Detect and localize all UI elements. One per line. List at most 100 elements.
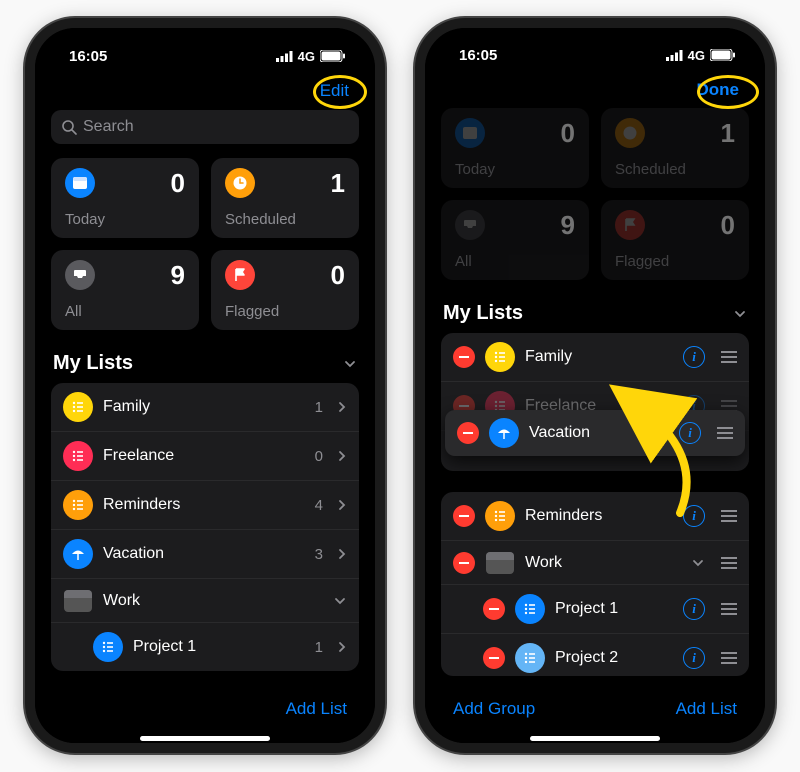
drag-handle-icon[interactable]: [721, 652, 737, 664]
search-input[interactable]: Search: [51, 110, 359, 144]
notch: [510, 28, 680, 56]
card-label: Scheduled: [225, 211, 345, 228]
drag-handle-icon[interactable]: [721, 351, 737, 363]
list-label: Work: [103, 592, 323, 610]
list-label: Reminders: [103, 496, 305, 514]
card-label: Today: [455, 161, 575, 178]
info-button[interactable]: i: [683, 346, 705, 368]
card-label: Scheduled: [615, 161, 735, 178]
add-list-button[interactable]: Add List: [670, 698, 743, 720]
lists-container: Family 1 Freelance 0 Reminders 4 Vacatio…: [51, 383, 359, 671]
list-label: Vacation: [529, 424, 669, 442]
card-scheduled[interactable]: 1 Scheduled: [211, 158, 359, 238]
flag-icon: [622, 217, 638, 233]
delete-button[interactable]: [483, 647, 505, 669]
list-item-family[interactable]: Family 1: [51, 383, 359, 432]
drag-handle-icon[interactable]: [721, 510, 737, 522]
folder-icon: [486, 552, 514, 574]
list-label: Freelance: [103, 447, 305, 465]
chevron-right-icon: [337, 498, 347, 512]
list-label: Project 1: [555, 600, 673, 618]
chevron-right-icon: [337, 400, 347, 414]
card-count: 1: [331, 168, 345, 199]
card-label: All: [455, 253, 575, 270]
card-today[interactable]: 0 Today: [51, 158, 199, 238]
list-item-reminders[interactable]: Reminders 4: [51, 481, 359, 530]
info-button[interactable]: i: [683, 505, 705, 527]
card-today: 0 Today: [441, 108, 589, 188]
toolbar: Add Group Add List: [441, 684, 749, 730]
list-item-freelance[interactable]: Freelance 0: [51, 432, 359, 481]
my-lists-header[interactable]: My Lists: [53, 352, 357, 375]
battery-icon: [710, 49, 735, 61]
add-group-button[interactable]: Add Group: [447, 698, 541, 720]
drag-handle-icon[interactable]: [721, 557, 737, 569]
chevron-right-icon: [337, 547, 347, 561]
drag-handle-icon[interactable]: [717, 427, 733, 439]
done-button[interactable]: Done: [691, 79, 746, 100]
add-list-button[interactable]: Add List: [280, 698, 353, 720]
delete-button[interactable]: [483, 598, 505, 620]
list-bullet-icon: [70, 399, 86, 415]
delete-button[interactable]: [453, 505, 475, 527]
section-title: My Lists: [53, 352, 133, 375]
card-flagged[interactable]: 0 Flagged: [211, 250, 359, 330]
search-icon: [61, 119, 77, 135]
smart-lists-grid: 0 Today 1 Scheduled 9: [51, 158, 359, 330]
card-flagged: 0 Flagged: [601, 200, 749, 280]
toolbar: Add List: [51, 684, 359, 730]
edit-button[interactable]: Edit: [314, 80, 355, 102]
smart-lists-grid-dimmed: 0 Today 1 Scheduled 9: [441, 108, 749, 280]
edit-list-item-reminders[interactable]: Reminders i: [441, 492, 749, 541]
list-item-vacation[interactable]: Vacation 3: [51, 530, 359, 579]
list-count: 3: [315, 546, 323, 563]
card-count: 0: [171, 168, 185, 199]
chevron-right-icon: [337, 449, 347, 463]
list-bullet-icon: [100, 639, 116, 655]
edit-list-item-work-group[interactable]: Work: [441, 541, 749, 585]
search-placeholder: Search: [83, 118, 134, 136]
list-item-project1[interactable]: Project 1 1: [51, 623, 359, 671]
card-scheduled: 1 Scheduled: [601, 108, 749, 188]
edit-list-item-family[interactable]: Family i: [441, 333, 749, 382]
network-label: 4G: [298, 49, 315, 64]
list-label: Vacation: [103, 545, 305, 563]
list-count: 0: [315, 448, 323, 465]
home-indicator[interactable]: [530, 736, 660, 741]
edit-list-item-project1[interactable]: Project 1 i: [441, 585, 749, 634]
status-time: 16:05: [459, 47, 497, 64]
delete-button[interactable]: [453, 552, 475, 574]
list-count: 4: [315, 497, 323, 514]
drag-handle-icon[interactable]: [721, 603, 737, 615]
card-label: Flagged: [615, 253, 735, 270]
list-bullet-icon: [492, 349, 508, 365]
delete-button[interactable]: [453, 346, 475, 368]
my-lists-header[interactable]: My Lists: [443, 302, 747, 325]
list-label: Family: [103, 398, 305, 416]
card-count: 9: [561, 210, 575, 241]
umbrella-icon: [70, 546, 86, 562]
chevron-down-icon: [343, 357, 357, 371]
card-count: 9: [171, 260, 185, 291]
list-label: Project 2: [555, 649, 673, 667]
info-button[interactable]: i: [683, 598, 705, 620]
notch: [120, 28, 290, 56]
list-count: 1: [315, 639, 323, 656]
card-count: 0: [331, 260, 345, 291]
list-bullet-icon: [70, 448, 86, 464]
tray-icon: [72, 267, 88, 283]
card-all[interactable]: 9 All: [51, 250, 199, 330]
info-button[interactable]: i: [683, 647, 705, 669]
home-indicator[interactable]: [140, 736, 270, 741]
dragging-list-item[interactable]: Vacation i: [445, 410, 745, 456]
card-count: 0: [721, 210, 735, 241]
list-count: 1: [315, 399, 323, 416]
chevron-down-icon: [333, 594, 347, 608]
delete-button[interactable]: [457, 422, 479, 444]
umbrella-icon: [496, 425, 512, 441]
list-label: Project 1: [133, 638, 305, 656]
list-item-work-group[interactable]: Work: [51, 579, 359, 623]
info-button[interactable]: i: [679, 422, 701, 444]
card-label: Flagged: [225, 303, 345, 320]
edit-list-item-project2[interactable]: Project 2 i: [441, 634, 749, 676]
